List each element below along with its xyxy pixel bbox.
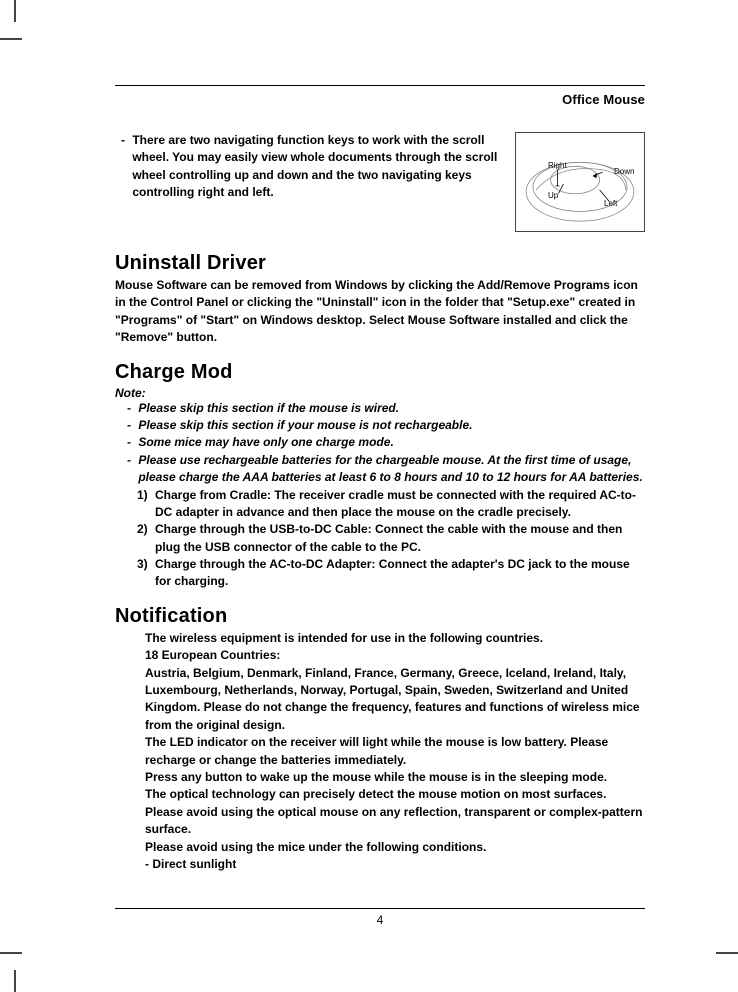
notif-text: - Direct sunlight — [145, 856, 645, 873]
charge-notes: - Please skip this section if the mouse … — [115, 400, 645, 487]
bullet-dash: - — [115, 132, 132, 202]
crop-mark — [14, 970, 16, 992]
charge-section: Charge Mod Note: - Please skip this sect… — [115, 361, 645, 591]
header-title: Office Mouse — [115, 92, 645, 107]
notification-heading: Notification — [115, 605, 645, 628]
step-item: 3)Charge through the AC-to-DC Adapter: C… — [137, 556, 645, 591]
notif-text: Press any button to wake up the mouse wh… — [145, 769, 645, 786]
crop-mark — [716, 952, 738, 954]
crop-mark — [0, 38, 22, 40]
notif-text: The wireless equipment is intended for u… — [145, 630, 645, 647]
diagram-label-right: Right — [548, 161, 567, 170]
note-item: - Please skip this section if the mouse … — [127, 400, 645, 417]
diagram-label-left: Left — [604, 199, 617, 208]
charge-steps: 1)Charge from Cradle: The receiver cradl… — [115, 487, 645, 591]
note-label: Note: — [115, 386, 645, 400]
notif-text: The optical technology can precisely det… — [145, 786, 645, 838]
notification-section: Notification The wireless equipment is i… — [115, 605, 645, 873]
notif-text: 18 European Countries: — [145, 647, 645, 664]
crop-mark — [14, 0, 16, 22]
mouse-diagram: Right Down Up Left — [515, 132, 645, 232]
diagram-label-up: Up — [548, 191, 558, 200]
page-number: 4 — [115, 913, 645, 927]
notif-text: The LED indicator on the receiver will l… — [145, 734, 645, 769]
diagram-label-down: Down — [614, 167, 634, 176]
uninstall-body: Mouse Software can be removed from Windo… — [115, 277, 645, 347]
uninstall-section: Uninstall Driver Mouse Software can be r… — [115, 252, 645, 347]
header-rule — [115, 85, 645, 86]
note-item: - Please use rechargeable batteries for … — [127, 452, 645, 487]
notif-text: Austria, Belgium, Denmark, Finland, Fran… — [145, 665, 645, 735]
note-item: - Some mice may have only one charge mod… — [127, 434, 645, 451]
crop-mark — [0, 952, 22, 954]
page-footer: 4 — [115, 908, 645, 927]
intro-section: - There are two navigating function keys… — [115, 132, 645, 232]
charge-heading: Charge Mod — [115, 361, 645, 384]
page-content: Office Mouse - There are two navigating … — [115, 85, 645, 887]
mouse-diagram-svg — [516, 133, 644, 231]
intro-text: - There are two navigating function keys… — [115, 132, 503, 232]
intro-body: There are two navigating function keys t… — [132, 132, 503, 202]
footer-rule — [115, 908, 645, 909]
step-item: 2)Charge through the USB-to-DC Cable: Co… — [137, 521, 645, 556]
notif-text: Please avoid using the mice under the fo… — [145, 839, 645, 856]
uninstall-heading: Uninstall Driver — [115, 252, 645, 275]
step-item: 1)Charge from Cradle: The receiver cradl… — [137, 487, 645, 522]
note-item: - Please skip this section if your mouse… — [127, 417, 645, 434]
